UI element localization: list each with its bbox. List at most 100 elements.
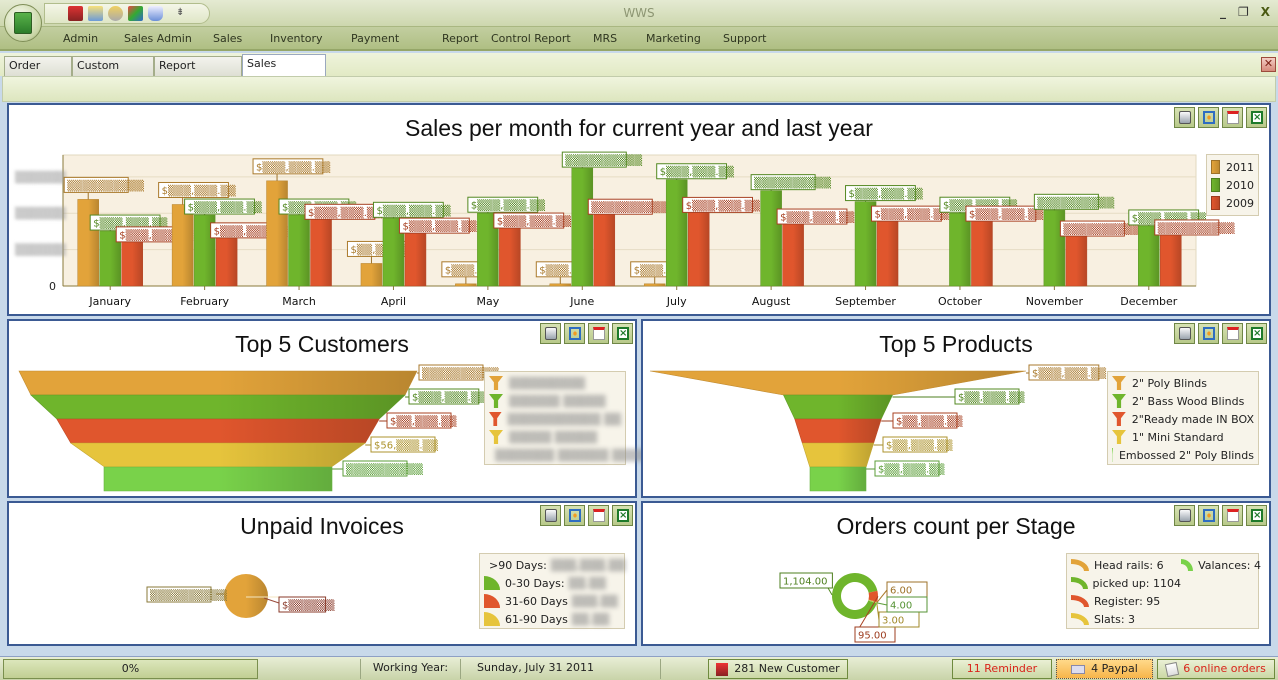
svg-text:6.00: 6.00 (890, 586, 912, 597)
legend-item: 61-90 Days ▒▒.▒▒ (484, 610, 620, 628)
x-tick-label: December (1120, 295, 1178, 308)
bar-2009 (593, 208, 616, 287)
doughnut-slice-icon (1071, 595, 1089, 607)
legend-label: Head rails: 6 (1094, 558, 1164, 572)
menu-item-marketing[interactable]: Marketing (646, 32, 723, 45)
funnel-icon (1112, 376, 1126, 390)
menu-item-mrs[interactable]: MRS (593, 32, 646, 45)
legend-value: ▒▒▒,▒▒▒.▒▒ (550, 558, 626, 572)
legend-item: 2009 (1211, 194, 1254, 212)
menu-item-admin[interactable]: Admin (63, 32, 124, 45)
orders-per-stage-panel: Orders count per Stage × 6.00 1,104.00 95.… (641, 501, 1271, 646)
online-orders-button[interactable]: 6 online orders (1157, 659, 1275, 679)
window-title: WWS (623, 6, 655, 20)
data-label: $▒▒▒,▒▒▒.▒▒ (845, 185, 923, 202)
menu-item-control-report[interactable]: Control Report (491, 32, 593, 45)
svg-text:$▒▒,▒▒▒.▒▒: $▒▒,▒▒▒.▒▒ (886, 439, 953, 452)
legend-item: Register: 95 (1071, 592, 1181, 610)
tab-sales-summery[interactable]: Sales Summery (242, 54, 326, 88)
application-menu-button[interactable] (4, 4, 42, 42)
svg-text:$▒▒▒,▒▒▒.▒▒: $▒▒▒,▒▒▒.▒▒ (660, 165, 735, 178)
x-tick-label: November (1026, 295, 1084, 308)
funnel-segment (56, 418, 380, 444)
legend-label: ▒▒▒▒▒▒▒▒▒ (509, 376, 586, 390)
data-label: $▒▒▒▒▒▒ (278, 596, 335, 613)
progress-text: 0% (121, 662, 140, 675)
svg-text:$▒▒▒,▒▒▒.▒▒: $▒▒▒,▒▒▒.▒▒ (780, 211, 855, 224)
paypal-button[interactable]: 4 Paypal (1056, 659, 1153, 679)
funnel-segment (794, 418, 882, 444)
doughnut-slice-icon (1181, 559, 1194, 571)
svg-text:▒▒▒▒▒▒▒▒▒▒: ▒▒▒▒▒▒▒▒▒▒ (346, 463, 423, 476)
pie-slice-icon (484, 576, 500, 590)
legend-label: 2010 (1226, 178, 1254, 192)
menu-item-sales[interactable]: Sales (213, 32, 270, 45)
restore-button[interactable]: ❐ (1238, 5, 1249, 19)
legend-item: 2010 (1211, 176, 1254, 194)
document-tabs: Order Entry Custom Report Report Schedul… (0, 53, 1278, 90)
legend-label: picked up: 1104 (1092, 576, 1181, 590)
chart-legend: Head rails: 6 Valances: 4 picked up: 1104 R… (1066, 553, 1261, 629)
paypal-label: 4 Paypal (1091, 662, 1138, 675)
y-tick-label: ▒▒▒▒▒▒ (15, 243, 66, 257)
data-label: $▒▒▒,▒▒▒.▒▒ (398, 217, 477, 234)
legend-value: ▒▒.▒▒ (571, 612, 610, 626)
close-button[interactable]: X (1261, 5, 1270, 19)
legend-label: 2011 (1226, 160, 1254, 174)
svg-text:$▒▒▒,▒▒▒.▒▒: $▒▒▒,▒▒▒.▒▒ (1032, 367, 1107, 380)
chart-legend: 2" Poly Blinds 2" Bass Wood Blinds 2"Ready… (1107, 371, 1259, 465)
pie-slice (224, 574, 268, 618)
menu-item-inventory[interactable]: Inventory (270, 32, 351, 45)
legend-label: Register: 95 (1094, 594, 1161, 608)
tab-order-entry[interactable]: Order Entry (4, 56, 72, 90)
reminder-button[interactable]: 11 Reminder (952, 659, 1052, 679)
svg-text:$56,▒▒▒.▒▒: $56,▒▒▒.▒▒ (374, 439, 438, 452)
funnel-segment (801, 442, 875, 468)
legend-swatch (1211, 160, 1220, 174)
bar-2011 (455, 283, 477, 287)
legend-label: 2009 (1226, 196, 1254, 210)
tab-custom-report[interactable]: Custom Report (72, 56, 154, 90)
legend-label: ▒▒▒▒▒▒▒▒▒▒▒ ▒▒ (507, 412, 621, 426)
legend-spacer (1181, 592, 1261, 610)
bar-2009 (1160, 229, 1182, 287)
menu-item-report[interactable]: Report (442, 32, 491, 45)
bar-2010 (665, 179, 688, 287)
new-customer-button[interactable]: 281 New Customer (708, 659, 848, 679)
data-label: ▒▒▒▒▒▒▒▒▒▒ (561, 151, 643, 168)
legend-item: Embossed 2" Poly Blinds (1112, 446, 1254, 464)
checklist-icon (1164, 661, 1180, 677)
tab-report-schedule[interactable]: Report Schedule (154, 56, 242, 90)
svg-text:$▒▒▒,▒▒▒.▒▒: $▒▒▒,▒▒▒.▒▒ (188, 201, 263, 214)
data-label: $▒▒,▒▒▒.▒▒ (874, 460, 945, 477)
menu-item-sales-admin[interactable]: Sales Admin (124, 32, 213, 45)
legend-item: picked up: 1104 (1071, 574, 1181, 592)
legend-item: ▒▒▒▒▒▒ ▒▒▒▒▒ (489, 392, 621, 410)
x-tick-label: June (569, 295, 594, 308)
bar-2010 (571, 167, 594, 287)
data-label: $▒▒▒,▒▒▒.▒▒ (965, 205, 1044, 222)
svg-text:$▒▒,▒▒▒.▒▒: $▒▒,▒▒▒.▒▒ (390, 415, 457, 428)
menu-item-support[interactable]: Support (723, 32, 783, 45)
menu-item-payment[interactable]: Payment (351, 32, 442, 45)
bar-2010 (949, 212, 971, 287)
close-tab-button[interactable]: ✕ (1261, 57, 1276, 72)
data-label: $▒▒▒,▒▒▒.▒▒ (682, 196, 760, 213)
customer-icon (716, 662, 729, 676)
bar-2009 (687, 207, 710, 287)
bar-2011 (266, 180, 288, 287)
data-label: 6.00 (886, 581, 928, 598)
current-date: Sunday, July 31 2011 (460, 659, 610, 679)
svg-text:▒▒▒▒▒▒▒▒▒▒: ▒▒▒▒▒▒▒▒▒▒ (591, 201, 668, 214)
doughnut-slice-icon (1071, 613, 1089, 625)
data-label: $▒▒▒,▒▒▒.▒▒ (158, 181, 237, 198)
bar-2011 (549, 283, 572, 287)
svg-text:$▒▒▒,▒▒▒.▒▒: $▒▒▒,▒▒▒.▒▒ (162, 184, 237, 197)
legend-item: 0-30 Days: ▒▒.▒▒ (484, 574, 620, 592)
funnel-icon (489, 412, 502, 426)
legend-swatch (1211, 196, 1220, 210)
minimize-button[interactable]: _ (1220, 5, 1226, 19)
paypal-icon (1071, 664, 1086, 674)
svg-text:$▒▒▒,▒▒▒.▒▒: $▒▒▒,▒▒▒.▒▒ (412, 391, 487, 404)
legend-value: ▒▒▒.▒▒ (571, 594, 618, 608)
